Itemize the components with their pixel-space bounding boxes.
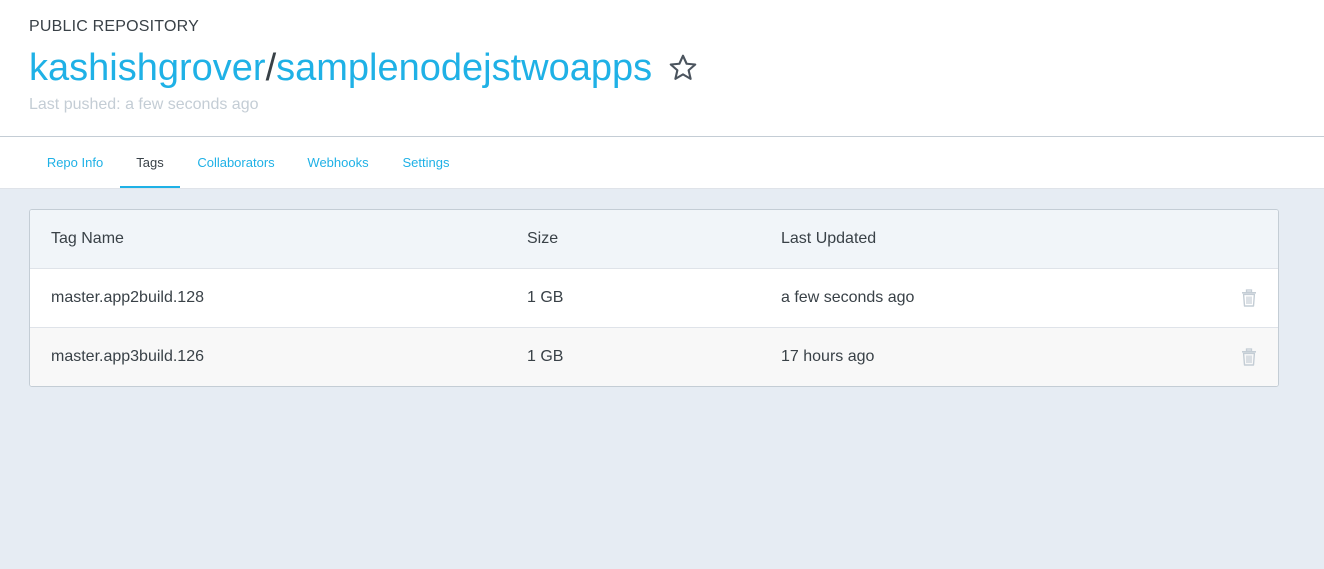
tab-webhooks[interactable]: Webhooks — [294, 137, 382, 188]
repo-header: PUBLIC REPOSITORY kashishgrover / sample… — [0, 0, 1324, 137]
tag-size-cell: 1 GB — [527, 348, 564, 365]
tab-settings[interactable]: Settings — [390, 137, 462, 188]
tag-name-cell: master.app3build.126 — [51, 348, 204, 365]
repo-title: kashishgrover / samplenodejstwoapps — [29, 45, 699, 91]
trash-icon[interactable] — [1240, 348, 1258, 366]
tag-name-cell: master.app2build.128 — [51, 289, 204, 306]
tags-table: Tag Name Size Last Updated master.app2bu… — [29, 209, 1279, 387]
repo-tabs: Repo Info Tags Collaborators Webhooks Se… — [0, 137, 1324, 189]
column-header-tag-name: Tag Name — [51, 230, 124, 247]
table-header-row: Tag Name Size Last Updated — [30, 210, 1278, 269]
repo-title-separator: / — [265, 47, 277, 89]
tab-repo-info[interactable]: Repo Info — [30, 137, 120, 188]
tag-updated-cell: 17 hours ago — [781, 348, 875, 365]
tab-collaborators[interactable]: Collaborators — [184, 137, 288, 188]
column-header-last-updated: Last Updated — [781, 230, 877, 247]
table-row: master.app2build.128 1 GB a few seconds … — [30, 269, 1278, 328]
repo-name-link[interactable]: samplenodejstwoapps — [276, 45, 652, 91]
tab-tags[interactable]: Tags — [120, 137, 180, 188]
tag-updated-cell: a few seconds ago — [781, 289, 915, 306]
tag-size-cell: 1 GB — [527, 289, 564, 306]
repo-owner-link[interactable]: kashishgrover — [29, 45, 266, 91]
trash-icon[interactable] — [1240, 289, 1258, 307]
repo-visibility-label: PUBLIC REPOSITORY — [29, 18, 199, 35]
star-icon — [669, 54, 697, 80]
column-header-size: Size — [527, 230, 559, 247]
table-row: master.app3build.126 1 GB 17 hours ago — [30, 328, 1278, 386]
star-button[interactable] — [667, 52, 699, 84]
last-pushed-text: Last pushed: a few seconds ago — [29, 96, 259, 113]
